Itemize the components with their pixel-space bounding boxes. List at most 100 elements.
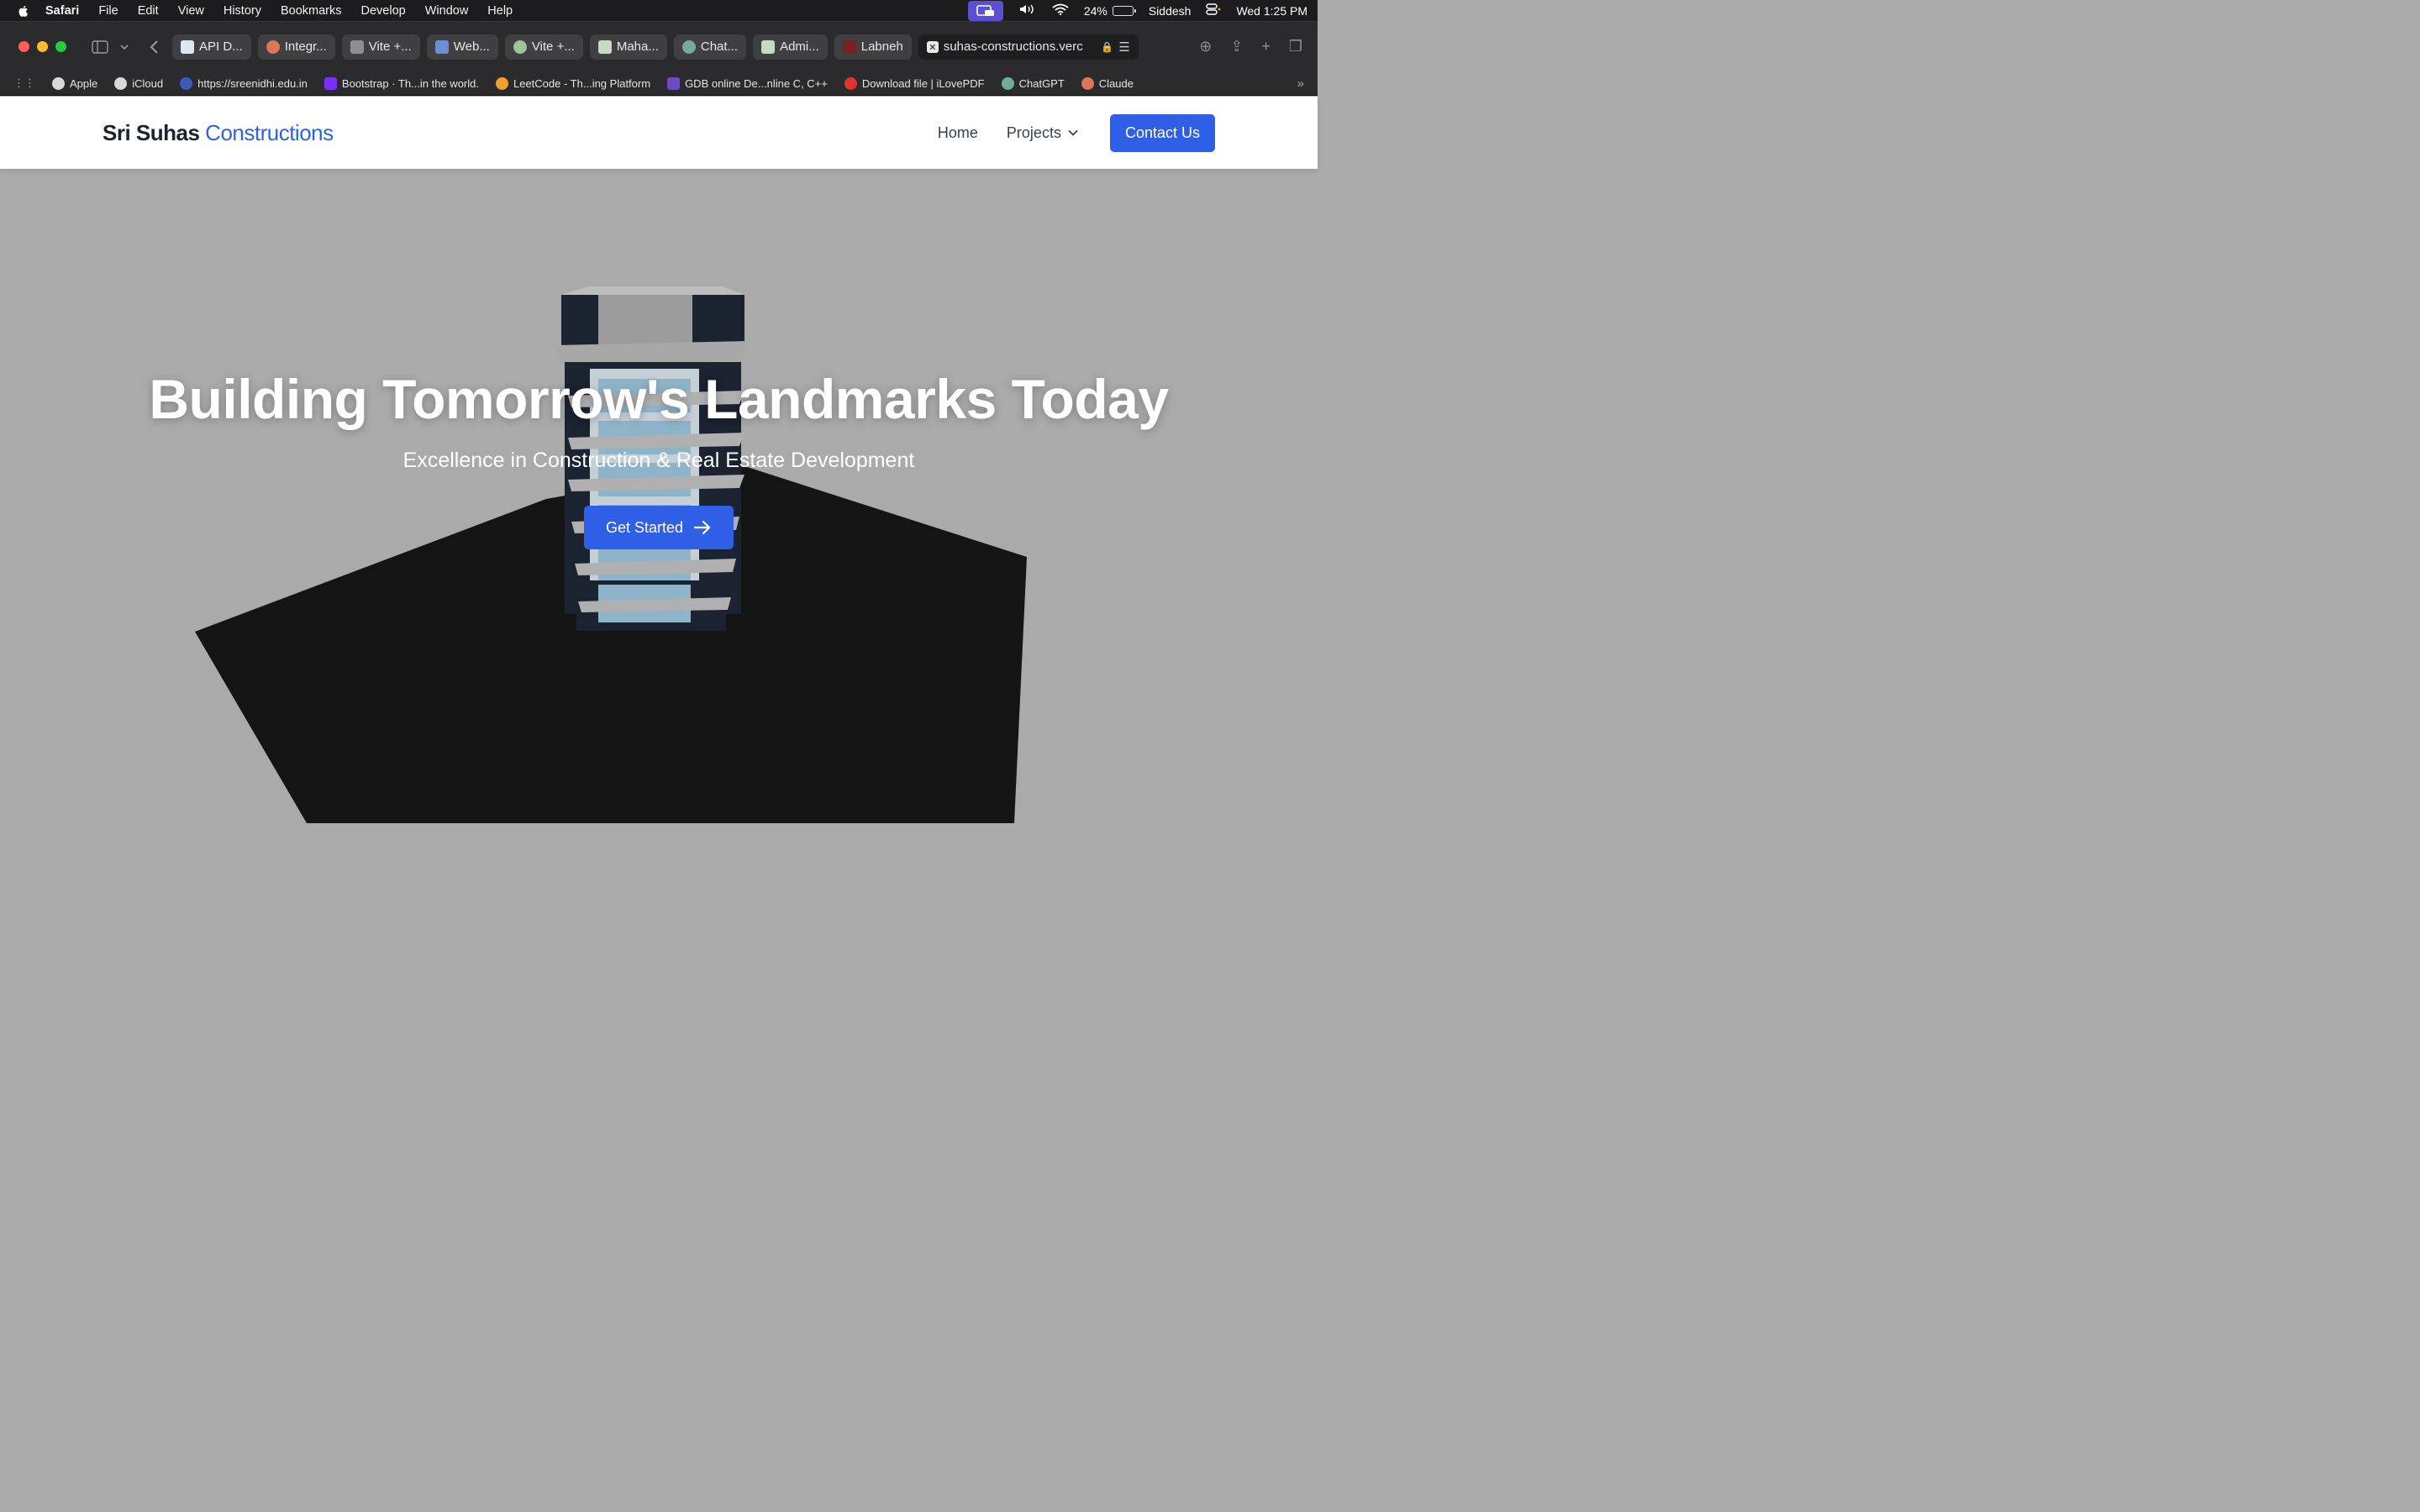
- tab-label: Integr...: [284, 39, 327, 54]
- bookmark-5[interactable]: GDB online De...nline C, C++: [667, 76, 828, 90]
- document-icon: [181, 39, 194, 54]
- nav-projects-label: Projects: [1006, 123, 1061, 141]
- menu-app-name[interactable]: Safari: [45, 4, 79, 18]
- battery-icon: [1112, 5, 1136, 16]
- tab-2[interactable]: Vite +...: [341, 34, 420, 60]
- close-tab-icon[interactable]: ✕: [926, 40, 939, 53]
- sreenidhi-icon: [180, 76, 193, 90]
- macos-menubar: Safari File Edit View History Bookmarks …: [0, 0, 1318, 21]
- menu-develop[interactable]: Develop: [361, 4, 406, 18]
- tab-0[interactable]: API D...: [172, 34, 251, 60]
- logo-icon: [597, 39, 612, 54]
- bookmark-1[interactable]: iCloud: [114, 76, 164, 90]
- active-tab-address[interactable]: ✕ suhas-constructions.verc 🔒 ☰: [918, 34, 1139, 60]
- tab-6[interactable]: Chat...: [673, 34, 747, 60]
- tab-label: Labneh: [860, 39, 903, 54]
- tree-icon: [513, 39, 527, 54]
- chatgpt-icon: [1001, 76, 1014, 90]
- bookmark-label: Download file | iLovePDF: [861, 76, 985, 90]
- arrow-right-icon: [693, 520, 711, 535]
- minimize-window-button[interactable]: [37, 41, 48, 52]
- chatgpt-icon: [681, 39, 696, 54]
- logo-icon: [761, 39, 776, 54]
- get-started-button[interactable]: Get Started: [584, 506, 734, 549]
- nav-home[interactable]: Home: [938, 124, 978, 142]
- share-icon[interactable]: ⇪: [1230, 38, 1243, 55]
- apps-grid-icon[interactable]: ⋮⋮: [13, 76, 35, 90]
- sidebar-toggle-icon[interactable]: [92, 39, 108, 54]
- bookmark-label: Apple: [70, 76, 98, 90]
- lock-icon: 🔒: [1101, 40, 1114, 53]
- get-started-label: Get Started: [605, 518, 684, 536]
- reader-icon[interactable]: ☰: [1118, 39, 1129, 55]
- control-center-icon[interactable]: [1206, 3, 1221, 18]
- battery-indicator[interactable]: 24%: [1084, 4, 1136, 18]
- bookmark-2[interactable]: https://sreenidhi.edu.in: [180, 76, 308, 90]
- v-icon: [350, 39, 364, 54]
- bookmark-label: https://sreenidhi.edu.in: [197, 76, 308, 90]
- tab-5[interactable]: Maha...: [589, 34, 667, 60]
- tab-8[interactable]: Labneh: [834, 34, 912, 60]
- labneh-icon: [842, 39, 856, 54]
- address-url[interactable]: suhas-constructions.verc: [944, 39, 1083, 54]
- bookmark-label: Bootstrap · Th...in the world.: [341, 76, 479, 90]
- menu-file[interactable]: File: [98, 4, 118, 18]
- hero-title: Building Tomorrow's Landmarks Today: [149, 368, 1169, 430]
- volume-icon[interactable]: [1018, 3, 1037, 18]
- bookmark-7[interactable]: ChatGPT: [1001, 76, 1065, 90]
- brand-logo[interactable]: Sri Suhas Constructions: [103, 120, 334, 146]
- tab-7[interactable]: Admi...: [753, 34, 828, 60]
- claude-icon: [1081, 76, 1094, 90]
- tab-label: Maha...: [616, 39, 659, 54]
- wifi-icon[interactable]: [1052, 3, 1069, 18]
- bookmark-0[interactable]: Apple: [52, 76, 98, 90]
- status-area: 24% Siddesh Wed 1:25 PM: [967, 0, 1307, 21]
- tab-label: Web...: [453, 39, 490, 54]
- user-name[interactable]: Siddesh: [1149, 4, 1192, 18]
- bookmark-label: GDB online De...nline C, C++: [685, 76, 828, 90]
- new-tab-icon[interactable]: +: [1261, 38, 1270, 55]
- bookmark-label: Claude: [1098, 76, 1134, 90]
- clock[interactable]: Wed 1:25 PM: [1236, 4, 1307, 18]
- contact-us-button[interactable]: Contact Us: [1109, 113, 1215, 152]
- chevron-down-icon: [1068, 129, 1078, 136]
- tab-1[interactable]: Integr...: [257, 34, 335, 60]
- hero-subtitle: Excellence in Construction & Real Estate…: [402, 449, 915, 472]
- menu-history[interactable]: History: [224, 4, 261, 18]
- heart-icon: [844, 76, 857, 90]
- tab-3[interactable]: Web...: [426, 34, 498, 60]
- menu-bookmarks[interactable]: Bookmarks: [281, 4, 342, 18]
- tab-label: Vite +...: [368, 39, 412, 54]
- apple-logo-icon[interactable]: [17, 4, 30, 18]
- bookmark-6[interactable]: Download file | iLovePDF: [844, 76, 985, 90]
- bookmark-label: iCloud: [132, 76, 164, 90]
- browser-toolbar: API D... Integr... Vite +... Web... Vite…: [0, 21, 1318, 71]
- leetcode-icon: [495, 76, 508, 90]
- brand-name-light: Constructions: [205, 119, 334, 145]
- chevron-down-icon[interactable]: [120, 44, 129, 50]
- bookmark-3[interactable]: Bootstrap · Th...in the world.: [324, 76, 479, 90]
- back-arrow-icon[interactable]: [149, 39, 159, 55]
- bookmark-8[interactable]: Claude: [1081, 76, 1134, 90]
- close-window-button[interactable]: [18, 41, 29, 52]
- menu-edit[interactable]: Edit: [138, 4, 159, 18]
- menu-view[interactable]: View: [178, 4, 204, 18]
- menu-window[interactable]: Window: [425, 4, 469, 18]
- bookmark-4[interactable]: LeetCode - Th...ing Platform: [495, 76, 651, 90]
- tab-strip: API D... Integr... Vite +... Web... Vite…: [172, 34, 1139, 60]
- people-icon: [434, 39, 449, 54]
- more-bookmarks-icon[interactable]: »: [1297, 76, 1304, 91]
- claude-icon: [266, 39, 280, 54]
- menu-help[interactable]: Help: [487, 4, 513, 18]
- tab-overview-icon[interactable]: ❐: [1289, 38, 1302, 55]
- bookmark-label: LeetCode - Th...ing Platform: [513, 76, 651, 90]
- screen-mirroring-icon[interactable]: [967, 0, 1003, 21]
- downloads-icon[interactable]: ⊕: [1199, 38, 1212, 55]
- hero-section: Building Tomorrow's Landmarks Today Exce…: [0, 169, 1318, 823]
- fullscreen-window-button[interactable]: [55, 41, 66, 52]
- site-header: Sri Suhas Constructions Home Projects Co…: [0, 97, 1318, 169]
- brand-name-bold: Sri Suhas: [103, 119, 200, 145]
- toolbar-actions: ⊕ ⇪ + ❐: [1199, 38, 1309, 55]
- tab-4[interactable]: Vite +...: [504, 34, 583, 60]
- nav-projects-dropdown[interactable]: Projects: [1007, 124, 1078, 142]
